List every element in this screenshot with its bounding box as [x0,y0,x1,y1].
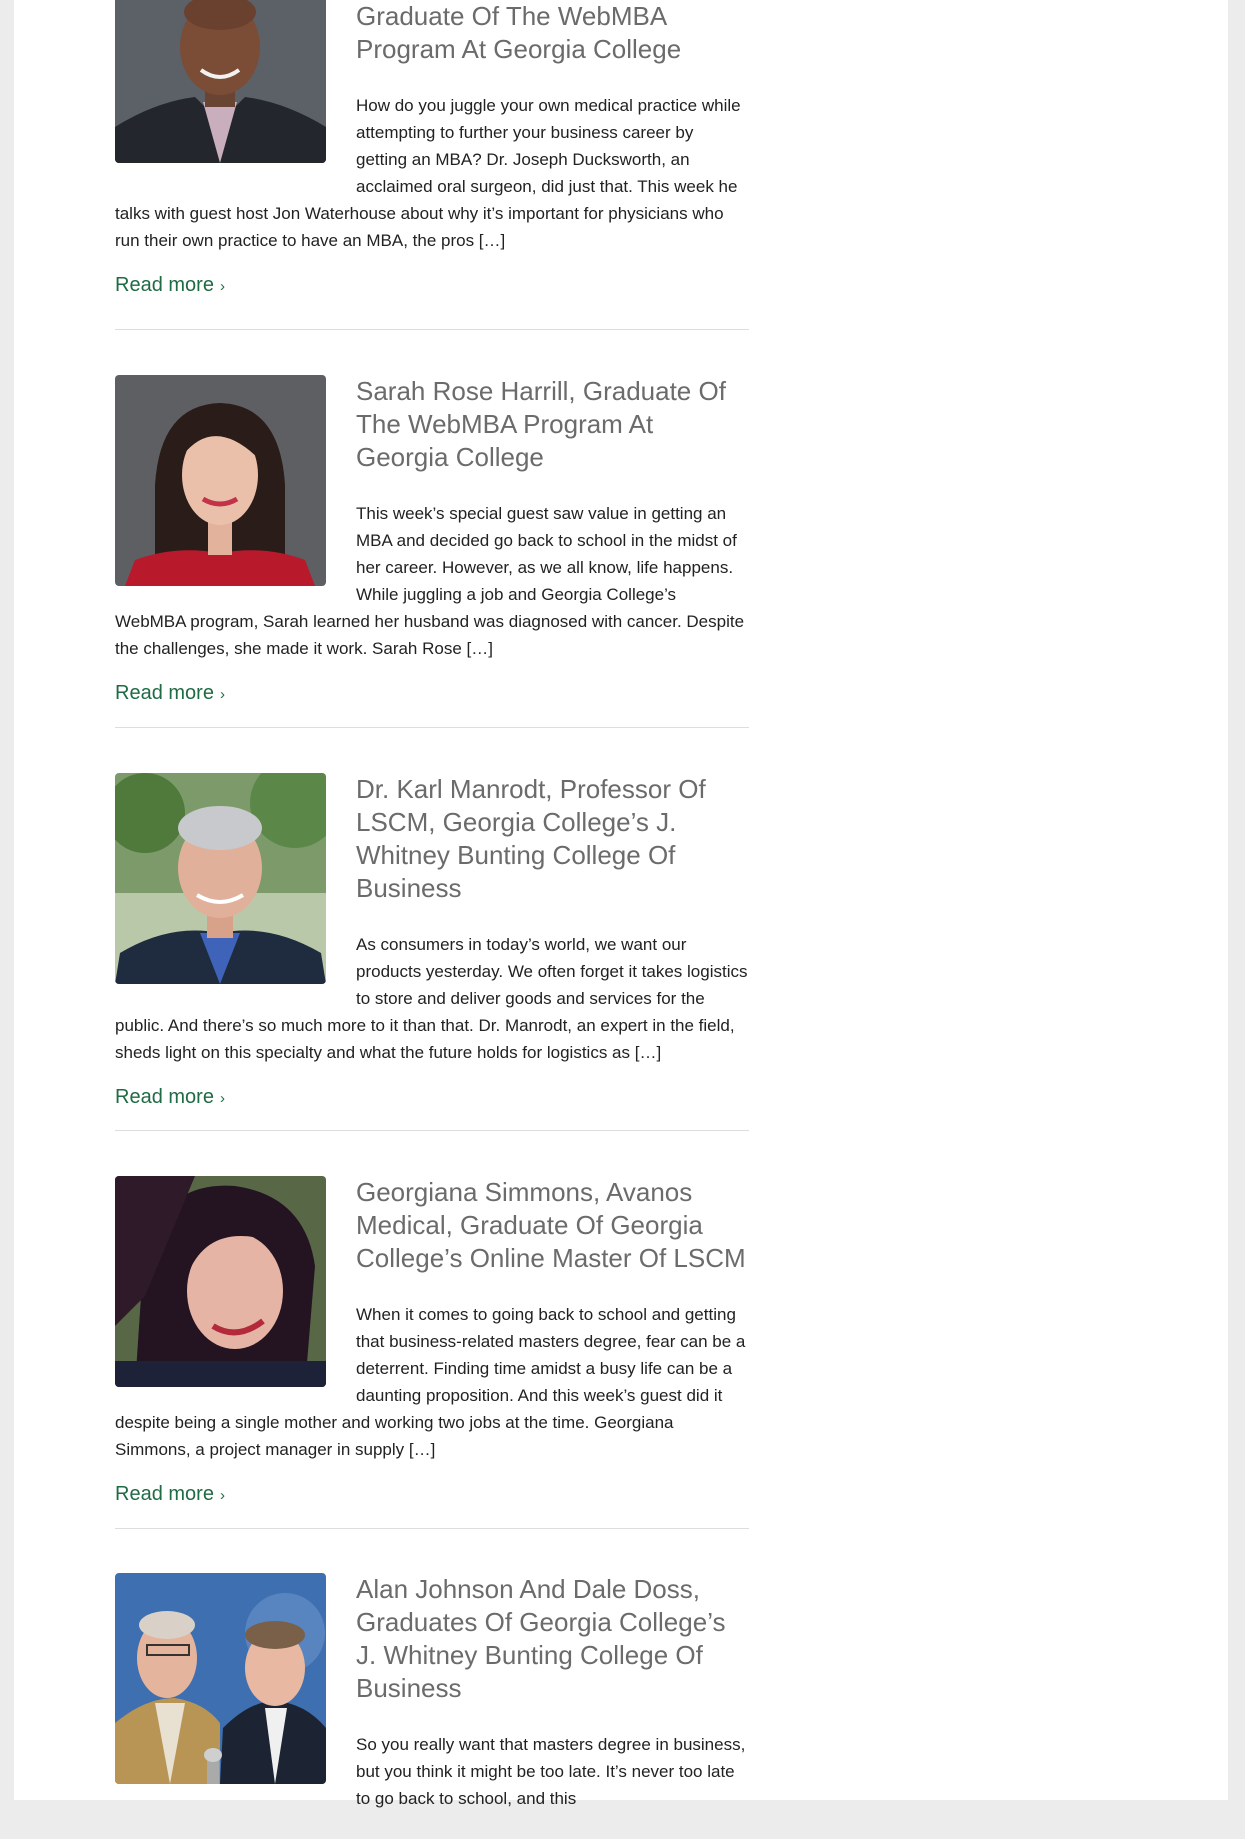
chevron-right-icon: › [219,1487,225,1504]
portrait-woman-smiling-icon [115,1176,326,1387]
chevron-right-icon: › [219,1090,225,1107]
post-item: Georgiana Simmons, Avanos Medical, Gradu… [115,1176,749,1506]
portrait-woman-red-icon [115,375,326,586]
read-more-label: Read more [115,274,214,296]
post-title[interactable]: Sarah Rose Harrill, Graduate Of The WebM… [356,375,749,474]
post-title[interactable]: Graduate Of The WebMBA Program At Georgi… [356,0,749,66]
post-item: Alan Johnson And Dale Doss, Graduates Of… [115,1573,749,1839]
post-thumbnail[interactable] [115,1573,326,1784]
post-title[interactable]: Alan Johnson And Dale Doss, Graduates Of… [356,1573,749,1705]
page: Graduate Of The WebMBA Program At Georgi… [14,0,1228,1808]
post-thumbnail[interactable] [115,773,326,984]
post-thumbnail[interactable] [115,375,326,586]
post-thumbnail[interactable] [115,0,326,163]
read-more-link[interactable]: Read more › [115,682,225,705]
divider [115,727,749,728]
divider [115,1130,749,1131]
post-item: Sarah Rose Harrill, Graduate Of The WebM… [115,375,749,705]
post-excerpt-text: So you really want that masters degree i… [356,1735,746,1808]
divider [115,1528,749,1529]
read-more-label: Read more [115,682,214,704]
read-more-link[interactable]: Read more › [115,1483,225,1506]
post-thumbnail[interactable] [115,1176,326,1387]
portrait-man-suit-icon [115,0,326,163]
chevron-right-icon: › [219,686,225,703]
read-more-link[interactable]: Read more › [115,274,225,297]
chevron-right-icon: › [219,278,225,295]
portrait-man-outdoors-icon [115,773,326,984]
post-item: Graduate Of The WebMBA Program At Georgi… [115,0,749,297]
read-more-link[interactable]: Read more › [115,1086,225,1109]
post-title[interactable]: Dr. Karl Manrodt, Professor Of LSCM, Geo… [356,773,749,905]
post-title[interactable]: Georgiana Simmons, Avanos Medical, Gradu… [356,1176,749,1275]
divider [115,329,749,330]
read-more-label: Read more [115,1483,214,1505]
read-more-label: Read more [115,1086,214,1108]
portrait-two-men-icon [115,1573,326,1784]
post-item: Dr. Karl Manrodt, Professor Of LSCM, Geo… [115,773,749,1109]
